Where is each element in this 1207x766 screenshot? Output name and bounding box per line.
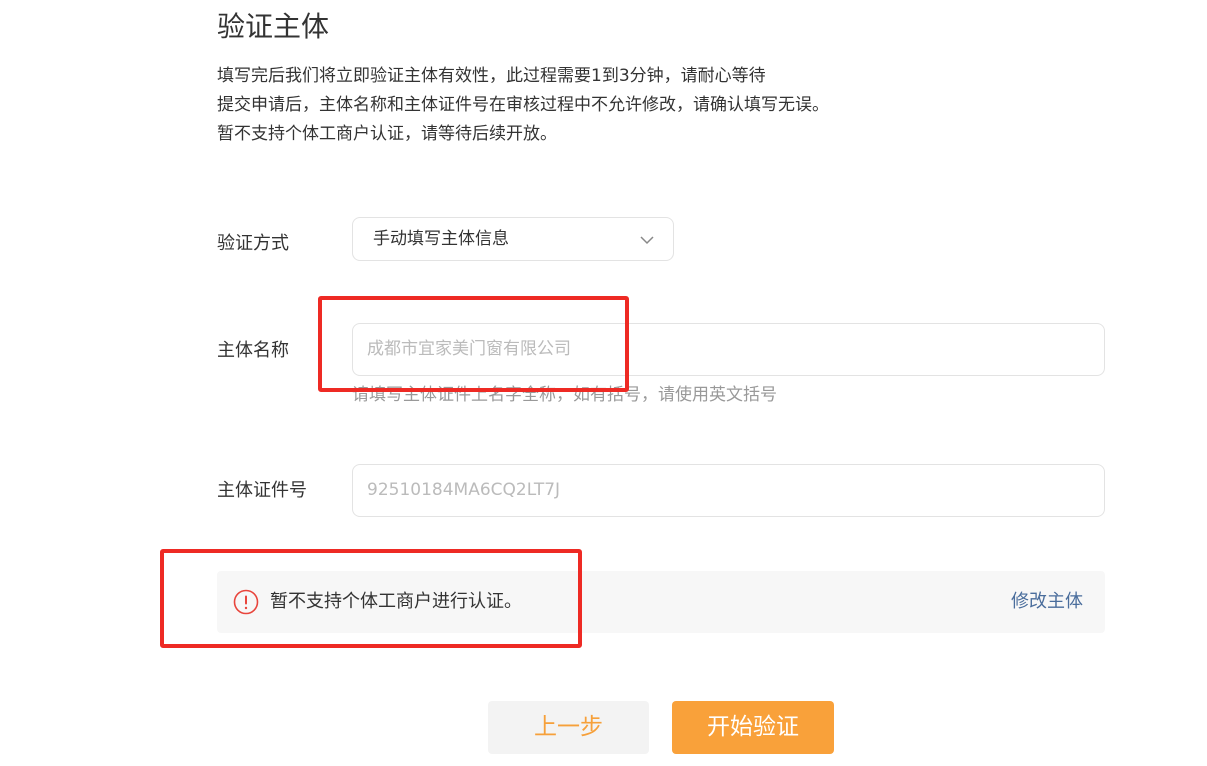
prev-step-button[interactable]: 上一步: [488, 701, 649, 754]
page-title: 验证主体: [217, 10, 330, 43]
method-label: 验证方式: [217, 233, 289, 254]
annotation-box: [318, 296, 629, 392]
description-line: 暂不支持个体工商户认证，请等待后续开放。: [217, 124, 557, 144]
description-line: 填写完后我们将立即验证主体有效性，此过程需要1到3分钟，请耐心等待: [217, 66, 766, 86]
edit-entity-link[interactable]: 修改主体: [1011, 590, 1083, 614]
method-select[interactable]: 手动填写主体信息: [352, 217, 674, 261]
description: 填写完后我们将立即验证主体有效性，此过程需要1到3分钟，请耐心等待 提交申请后，…: [217, 62, 829, 149]
annotation-box: [160, 549, 582, 648]
cert-label: 主体证件号: [217, 480, 307, 501]
name-label: 主体名称: [217, 340, 289, 361]
cert-input[interactable]: 92510184MA6CQ2LT7J: [352, 464, 1105, 517]
method-select-value: 手动填写主体信息: [373, 229, 509, 249]
verification-page: 验证主体 填写完后我们将立即验证主体有效性，此过程需要1到3分钟，请耐心等待 提…: [0, 0, 1207, 766]
start-verification-button[interactable]: 开始验证: [672, 701, 834, 754]
description-line: 提交申请后，主体名称和主体证件号在审核过程中不允许修改，请确认填写无误。: [217, 95, 829, 115]
chevron-down-icon: [640, 236, 654, 245]
